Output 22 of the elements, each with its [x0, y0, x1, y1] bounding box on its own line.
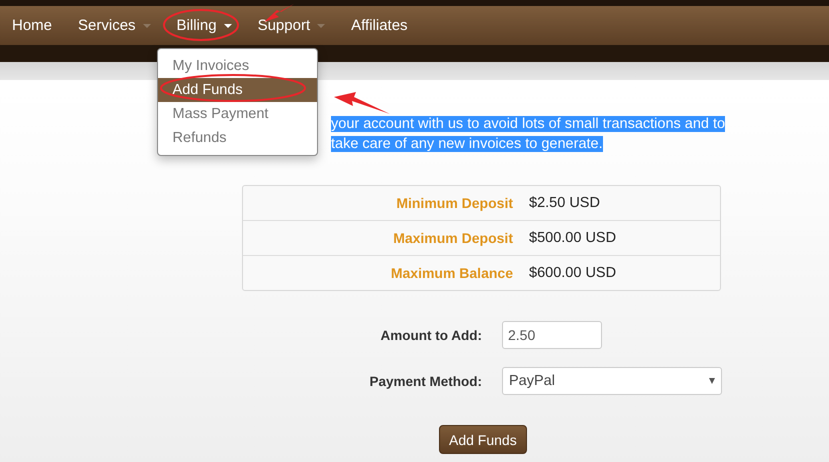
field-label: Payment Method:: [368, 374, 482, 388]
nav-link[interactable]: Home: [0, 6, 66, 45]
annotation-arrow: [334, 92, 390, 114]
limit-value: $600.00 USD: [529, 265, 618, 281]
field-label: Amount to Add:: [380, 328, 482, 342]
limit-label: Maximum Balance: [390, 265, 513, 281]
amount-field[interactable]: 2.50: [502, 321, 602, 349]
nav-link[interactable]: Affiliates: [339, 6, 422, 45]
menu-item[interactable]: Refunds: [158, 126, 317, 150]
add-funds-button[interactable]: Add Funds: [439, 425, 527, 454]
nav-link[interactable]: Billing: [164, 6, 246, 45]
intro-paragraph: your account with us to avoid lots of small transactions and to take care of any new invoices to generate.: [331, 115, 726, 154]
nav-link[interactable]: Services: [66, 6, 165, 45]
caret-icon: [709, 378, 715, 384]
limit-label: Minimum Deposit: [395, 195, 513, 211]
menu-item[interactable]: My Invoices: [158, 54, 317, 78]
limit-value: $500.00 USD: [529, 230, 618, 246]
menu-item[interactable]: Mass Payment: [158, 102, 317, 126]
limit-value: $2.50 USD: [529, 195, 601, 211]
nav-link[interactable]: Support: [246, 6, 340, 45]
limit-label: Maximum Deposit: [392, 230, 513, 246]
payment-method-select[interactable]: PayPal: [502, 367, 722, 395]
